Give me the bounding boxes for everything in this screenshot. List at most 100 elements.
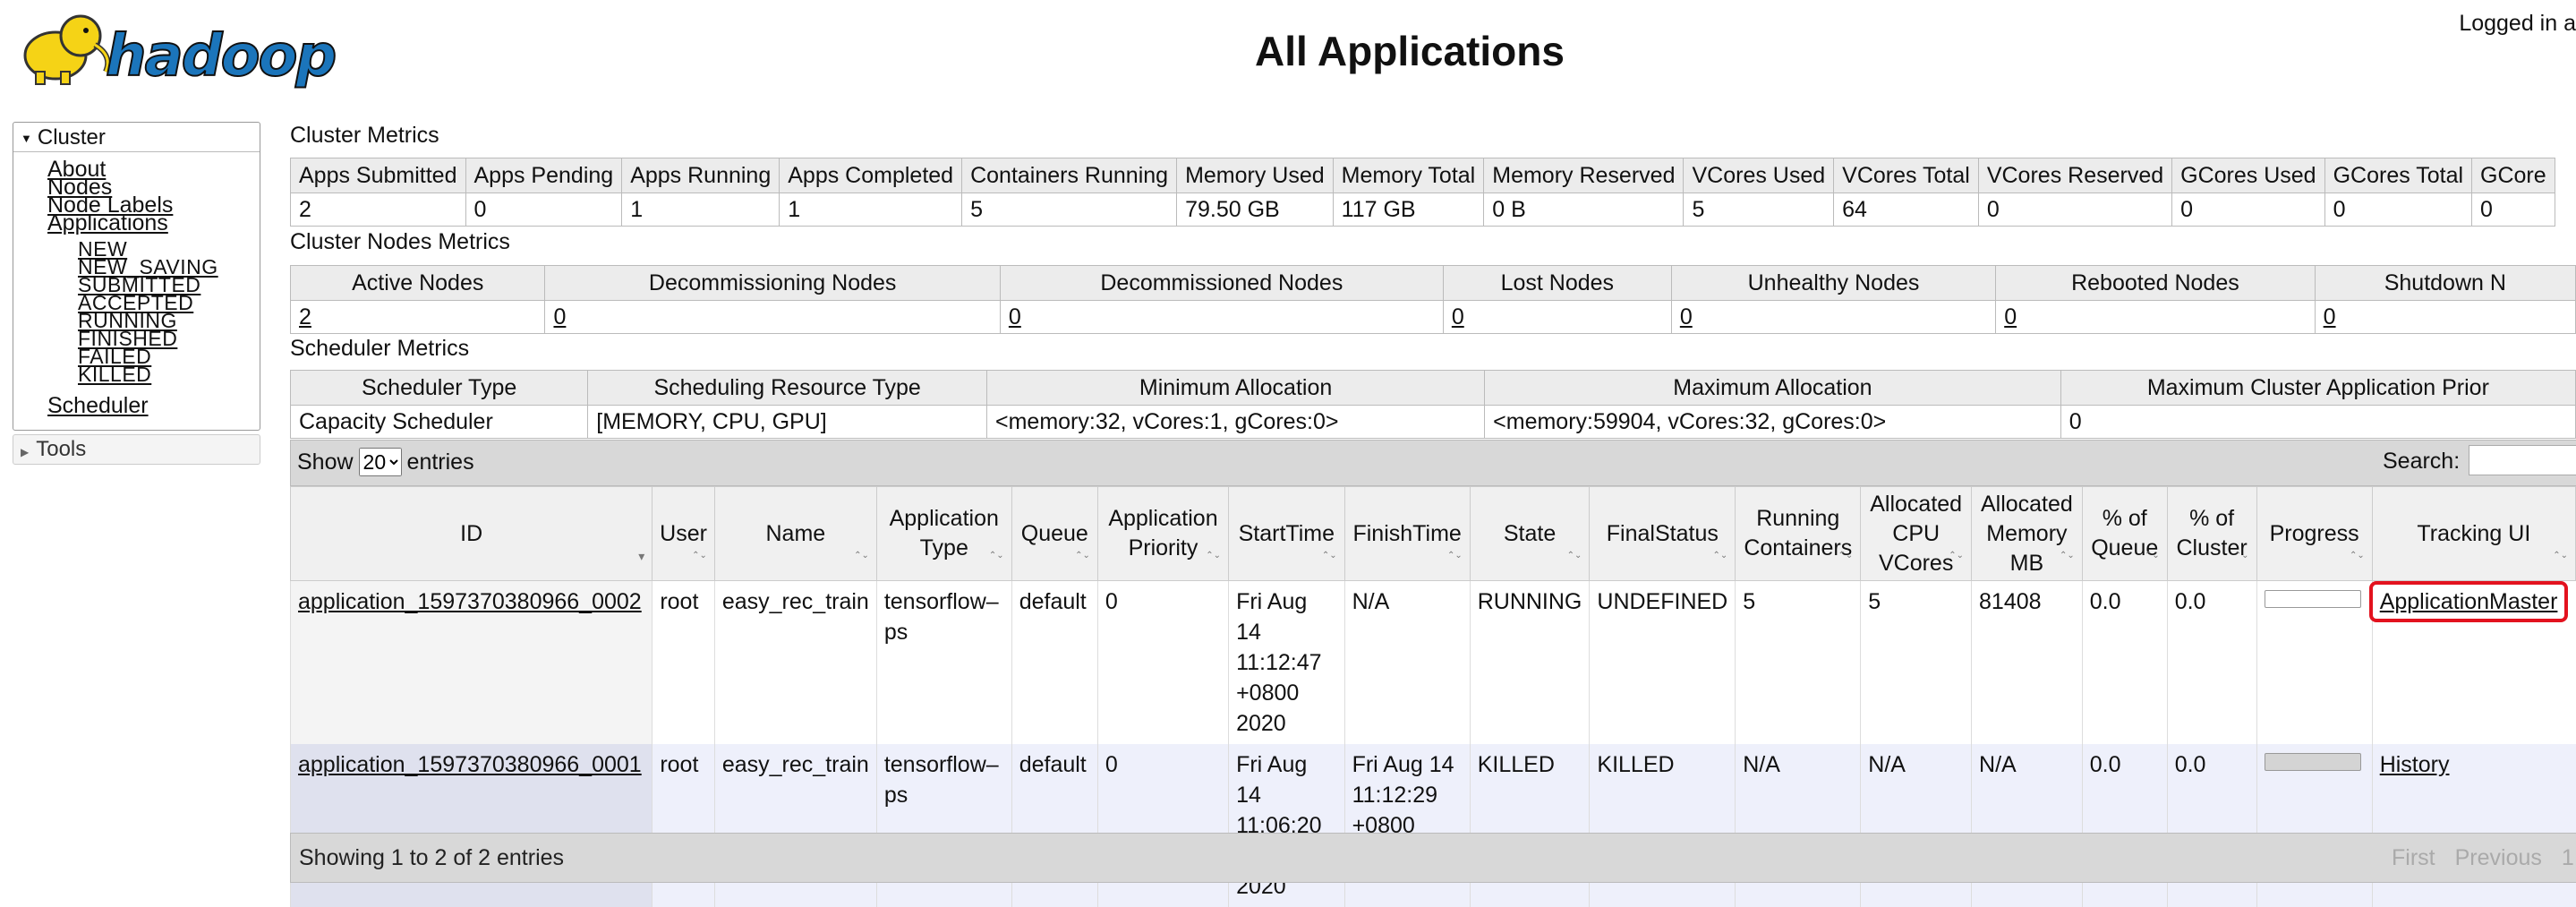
priority-cell: 0 xyxy=(1105,752,1118,777)
cm-header: Apps Pending xyxy=(465,158,623,193)
table-row: application_1597370380966_0002 root easy_r… xyxy=(289,580,2576,744)
cm-value: 2 xyxy=(290,193,466,227)
nm-header: Shutdown N xyxy=(2314,265,2576,301)
cluster-metrics-label: Cluster Metrics xyxy=(290,123,439,148)
column-header[interactable]: Progress ⌃⌄ xyxy=(2256,486,2373,581)
sort-icon: ⌃⌄ xyxy=(2553,551,2568,560)
user-cell: root xyxy=(660,589,699,614)
cm-value: 0 B xyxy=(1483,193,1685,227)
column-header[interactable]: User ⌃⌄ xyxy=(652,486,715,581)
name-cell: easy_rec_train xyxy=(721,589,869,614)
column-header[interactable]: Queue ⌃⌄ xyxy=(1011,486,1098,581)
column-header[interactable]: % of Cluster ⌃⌄ xyxy=(2166,486,2257,581)
pager-page[interactable]: 1 xyxy=(2562,845,2574,870)
search-input[interactable] xyxy=(2469,445,2576,475)
sm-header: Scheduling Resource Type xyxy=(587,370,987,406)
cm-header: VCores Total xyxy=(1833,158,1979,193)
nav-cluster-header[interactable]: ▼ Cluster xyxy=(13,123,260,152)
column-header-text: % of xyxy=(2102,506,2147,531)
column-header-text: Name xyxy=(765,520,826,546)
start-time-line: +0800 xyxy=(1236,680,1300,706)
type-cell-line: ps xyxy=(883,620,908,645)
triangle-right-icon: ▶ xyxy=(21,446,30,458)
sort-icon: ⌃⌄ xyxy=(1206,551,1222,560)
column-header[interactable]: Running Containers ⌃⌄ xyxy=(1735,486,1862,581)
show-label: Show xyxy=(297,449,354,475)
sort-icon: ⌃⌄ xyxy=(2060,551,2075,560)
nm-value-link[interactable]: 0 xyxy=(553,304,566,329)
column-header[interactable]: Application Priority ⌃⌄ xyxy=(1096,486,1230,581)
cm-header: GCore xyxy=(2471,158,2555,193)
pager-first[interactable]: First xyxy=(2392,845,2435,870)
column-header[interactable]: Allocated CPU VCores ⌃⌄ xyxy=(1860,486,1973,581)
column-header-text: State xyxy=(1503,520,1557,546)
queue-cell: default xyxy=(1019,752,1087,777)
cm-value: 1 xyxy=(621,193,780,227)
cm-value: 0 xyxy=(465,193,623,227)
highlight-box: ApplicationMaster xyxy=(2368,581,2569,622)
column-header[interactable]: FinishTime ⌃⌄ xyxy=(1343,486,1471,581)
priority-cell: 0 xyxy=(1105,589,1118,614)
cluster-metrics-table: Apps Submitted Apps Pending Apps Running… xyxy=(290,158,2555,227)
start-time-line: 2020 xyxy=(1236,711,1286,736)
application-id-link[interactable]: application_1597370380966_0001 xyxy=(298,752,642,777)
cm-header: VCores Reserved xyxy=(1977,158,2173,193)
entries-label: entries xyxy=(406,449,474,475)
column-header[interactable]: Name ⌃⌄ xyxy=(713,486,877,581)
nm-value-link[interactable]: 0 xyxy=(2324,304,2336,329)
column-header[interactable]: FinalStatus ⌃⌄ xyxy=(1589,486,1736,581)
column-header[interactable]: Allocated Memory MB ⌃⌄ xyxy=(1971,486,2083,581)
pct-cluster-cell: 0.0 xyxy=(2174,589,2206,614)
final-status-cell: UNDEFINED xyxy=(1597,589,1728,614)
nm-header: Rebooted Nodes xyxy=(1995,265,2316,301)
column-header[interactable]: ID ▾ xyxy=(289,486,653,581)
apps-footer xyxy=(290,833,2576,883)
column-header[interactable]: State ⌃⌄ xyxy=(1469,486,1591,581)
entries-select[interactable]: 20 xyxy=(358,448,402,476)
nm-value-link[interactable]: 0 xyxy=(1680,304,1693,329)
nm-value-link[interactable]: 0 xyxy=(1009,304,1021,329)
nm-value-link[interactable]: 2 xyxy=(299,304,311,329)
cm-value: 0 xyxy=(2471,193,2555,227)
cm-header: GCores Used xyxy=(2171,158,2325,193)
sm-value: Capacity Scheduler xyxy=(289,405,589,439)
nav-cluster-label: Cluster xyxy=(37,125,106,150)
nav-link-scheduler[interactable]: Scheduler xyxy=(47,393,149,419)
user-cell: root xyxy=(660,752,699,777)
column-header[interactable]: Application Type ⌃⌄ xyxy=(875,486,1012,581)
cm-header: Apps Running xyxy=(621,158,780,193)
cm-header: Memory Used xyxy=(1176,158,1334,193)
nav-link-applications[interactable]: Applications xyxy=(47,210,168,236)
pct-queue-cell: 0.0 xyxy=(2089,589,2121,614)
cm-value: 1 xyxy=(779,193,963,227)
column-header[interactable]: StartTime ⌃⌄ xyxy=(1228,486,1345,581)
finish-time-line: N/A xyxy=(1352,589,1390,614)
sort-icon: ⌃⌄ xyxy=(2144,551,2160,560)
running-containers-cell: N/A xyxy=(1743,752,1780,777)
nav-tools-panel[interactable]: ▶ Tools xyxy=(13,434,260,465)
column-header-text: Running xyxy=(1756,506,1840,531)
sort-desc-icon: ▾ xyxy=(638,549,645,563)
column-header[interactable]: Tracking UI ⌃⌄ xyxy=(2371,486,2576,581)
tracking-ui-link[interactable]: ApplicationMaster xyxy=(2380,589,2558,614)
column-header-text: Application xyxy=(889,506,999,531)
nm-value-link[interactable]: 0 xyxy=(2004,304,2017,329)
type-cell-line: tensorflow– xyxy=(883,752,999,777)
final-status-cell: KILLED xyxy=(1597,752,1675,777)
cm-header: Memory Total xyxy=(1332,158,1485,193)
scheduler-metrics-label: Scheduler Metrics xyxy=(290,336,470,361)
nm-value-link[interactable]: 0 xyxy=(1452,304,1464,329)
column-header-text: Application xyxy=(1108,506,1218,531)
application-id-link[interactable]: application_1597370380966_0002 xyxy=(298,589,642,614)
finish-time-line: 11:12:29 xyxy=(1352,783,1438,808)
progress-bar xyxy=(2264,590,2361,608)
vcores-cell: N/A xyxy=(1868,752,1906,777)
triangle-down-icon: ▼ xyxy=(21,131,32,145)
pager-previous[interactable]: Previous xyxy=(2455,845,2542,870)
apps-toolbar xyxy=(290,440,2576,486)
sort-icon: ⌃⌄ xyxy=(2233,551,2249,560)
tracking-ui-link[interactable]: History xyxy=(2380,752,2450,777)
cm-header: GCores Total xyxy=(2324,158,2473,193)
column-header[interactable]: % of Queue ⌃⌄ xyxy=(2081,486,2168,581)
nav-state-killed[interactable]: KILLED xyxy=(78,363,151,387)
